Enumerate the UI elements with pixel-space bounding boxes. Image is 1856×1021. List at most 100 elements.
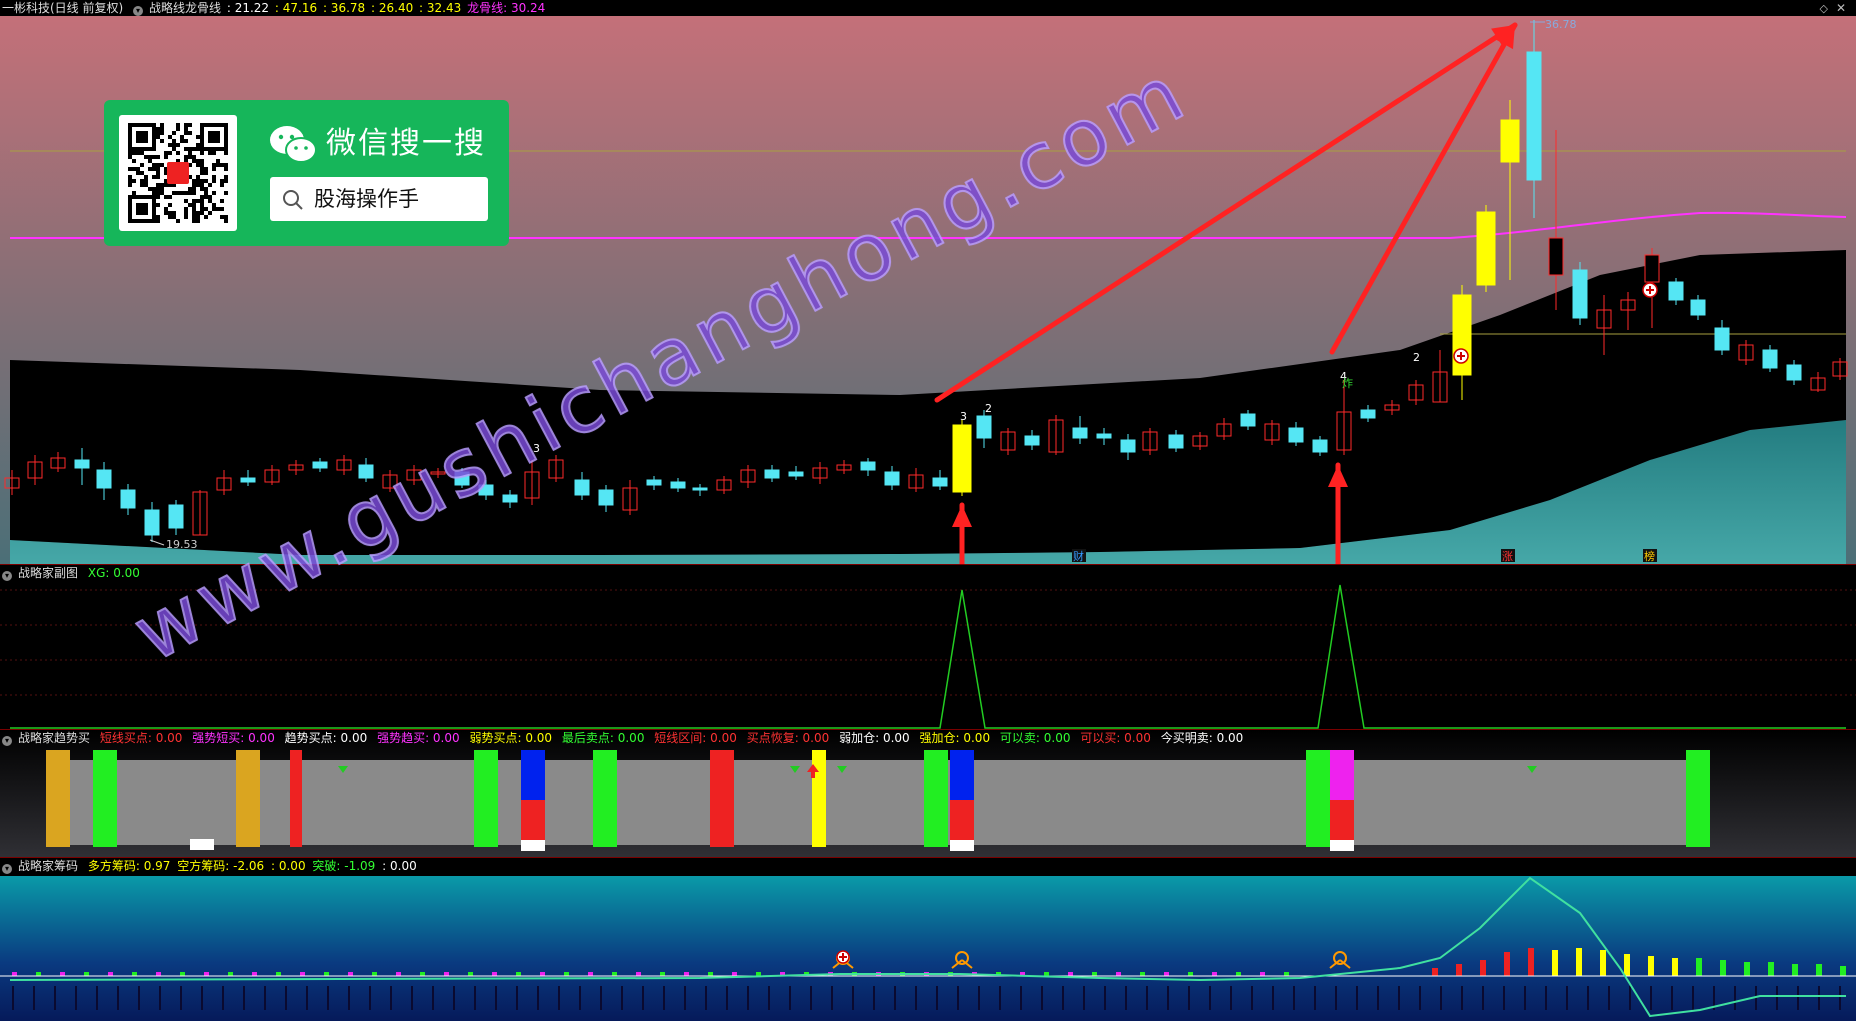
trend-stacked-bottom (1330, 800, 1354, 840)
chip-small-tick (1188, 972, 1193, 976)
chip-chart[interactable] (0, 858, 1856, 1021)
chip-bar (1576, 948, 1582, 976)
trend-stacked-base (950, 840, 974, 851)
chip-small-tick (732, 972, 737, 976)
chip-bar (1696, 958, 1702, 976)
candle-body (312, 461, 328, 469)
chip-base-tick (1041, 986, 1043, 1010)
chip-base-tick (1587, 986, 1589, 1010)
trend-stacked-bottom (950, 800, 974, 840)
chip-base-tick (1524, 986, 1526, 1010)
label-short-buy: 短线买点: 0.00 (99, 731, 183, 745)
annotation-label: 炸 (1342, 377, 1353, 390)
candle-body (1360, 409, 1376, 419)
main-panel-header: 一彬科技(日线 前复权) ▾ 战略线龙骨线 : 21.22 : 47.16 : 3… (0, 0, 551, 16)
collapse-icon[interactable]: ▾ (2, 571, 12, 581)
chip-bar (1672, 958, 1678, 976)
chip-base-tick (705, 986, 707, 1010)
chip-base-tick (663, 986, 665, 1010)
chip-panel-name: 战略家筹码 (18, 859, 79, 873)
chip-small-tick (252, 972, 257, 976)
wechat-search-banner: 微信搜一搜 股海操作手 (104, 100, 509, 246)
chip-small-tick (636, 972, 641, 976)
nav-diamond-icon[interactable]: ◇ (1820, 2, 1828, 15)
label-last-sell: 最后卖点: 0.00 (561, 731, 645, 745)
indicator-value-2: : 36.78 (322, 1, 366, 15)
chip-small-tick (564, 972, 569, 976)
chip-base-tick (915, 986, 917, 1010)
chip-base-tick (411, 986, 413, 1010)
chip-base-tick (12, 986, 14, 1010)
chip-base-tick (642, 986, 644, 1010)
chip-base-tick (579, 986, 581, 1010)
chip-base-tick (1188, 986, 1190, 1010)
candle-body (932, 477, 948, 487)
label-bear-chips: 空方筹码: -2.06 (177, 859, 265, 873)
chip-small-tick (300, 972, 305, 976)
candle-body (240, 477, 256, 483)
candle-body (1572, 269, 1588, 319)
chip-base-tick (1251, 986, 1253, 1010)
trend-stacked-top (1330, 750, 1354, 800)
candle-number: 2 (985, 402, 992, 415)
chip-base-tick (1293, 986, 1295, 1010)
chip-base-tick (390, 986, 392, 1010)
chip-base-tick (894, 986, 896, 1010)
chip-base-tick (1062, 986, 1064, 1010)
chip-base-tick (1692, 986, 1694, 1010)
chip-base-tick (1818, 986, 1820, 1010)
chip-base-tick (222, 986, 224, 1010)
chip-bar (1840, 966, 1846, 976)
chip-small-tick (1116, 972, 1121, 976)
chip-base-tick (558, 986, 560, 1010)
candle-body (1476, 211, 1496, 286)
label-strong-add: 强加仓: 0.00 (919, 731, 991, 745)
close-icon[interactable]: ✕ (1836, 1, 1846, 15)
label-strong-trend-buy: 强势趋买: 0.00 (377, 731, 460, 745)
chip-base-tick (348, 986, 350, 1010)
candle-body (1762, 349, 1778, 369)
collapse-icon[interactable]: ▾ (133, 6, 144, 16)
chip-small-tick (1140, 972, 1145, 976)
chip-base-tick (873, 986, 875, 1010)
trend-buy-panel[interactable]: ▾ 战略家趋势买 短线买点: 0.00 强势短买: 0.00 趋势买点: 0.00… (0, 730, 1856, 858)
low-price-label: 19.53 (166, 538, 198, 551)
candle-body (646, 479, 662, 486)
chip-base-tick (327, 986, 329, 1010)
candle-body (1024, 435, 1040, 446)
candle-body (952, 424, 972, 493)
chip-small-tick (1284, 972, 1289, 976)
indicator-value-5: 龙骨线: 30.24 (467, 1, 546, 15)
collapse-icon[interactable]: ▾ (2, 736, 12, 746)
chip-bar (1720, 960, 1726, 976)
chip-panel[interactable]: ▾ 战略家筹码 多方筹码: 0.97 空方筹码: -2.06 : 0.00 突破:… (0, 858, 1856, 1021)
chip-base-tick (978, 986, 980, 1010)
chip-small-tick (1260, 972, 1265, 976)
candle-body (1168, 434, 1184, 449)
candle-body (1096, 433, 1112, 439)
candle-body (1312, 439, 1328, 453)
collapse-icon[interactable]: ▾ (2, 864, 12, 874)
chip-small-tick (588, 972, 593, 976)
main-chart-panel[interactable]: 36.78 19.53 3 3 2 4 2 炸财涨榜 一彬科技(日线 前复权) ▾ 战略线龙骨线… (0, 0, 1856, 565)
chip-base-tick (999, 986, 1001, 1010)
candle-body (1668, 281, 1684, 301)
candle-body (1714, 327, 1730, 351)
candlestick-chart[interactable]: 36.7819.5333242炸财涨榜 (0, 0, 1856, 565)
chip-small-tick (372, 972, 377, 976)
chip-bar (1600, 950, 1606, 976)
chip-bar (1528, 948, 1534, 976)
chip-small-tick (180, 972, 185, 976)
chip-small-tick (420, 972, 425, 976)
trend-bar (1306, 750, 1330, 847)
chip-base-tick (1776, 986, 1778, 1010)
chip-base-tick (33, 986, 35, 1010)
trend-buy-chart[interactable] (0, 730, 1856, 858)
chip-base-tick (1356, 986, 1358, 1010)
label-chip-extra: : 0.00 (271, 859, 306, 873)
indicator-name: 战略线龙骨线 (149, 1, 222, 15)
trend-bar (93, 750, 117, 847)
chip-base-tick (432, 986, 434, 1010)
indicator-value-1: : 47.16 (274, 1, 318, 15)
chip-base-tick (1230, 986, 1232, 1010)
